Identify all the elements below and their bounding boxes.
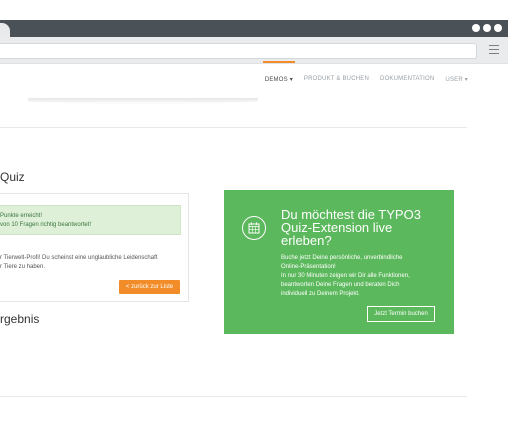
address-bar[interactable]: [0, 43, 477, 59]
browser-titlebar: [0, 20, 508, 37]
cta-box: Du möchtest die TYPO3 Quiz-Extension liv…: [224, 190, 454, 334]
window-controls: [472, 24, 502, 32]
score-line: Punkte erreicht!: [0, 213, 43, 219]
caret-down-icon: ▾: [464, 77, 468, 83]
nav-item-user[interactable]: USER ▾: [445, 76, 468, 83]
window-dot-icon[interactable]: [494, 24, 502, 32]
score-alert: Punkte erreicht! von 10 Fragen richtig b…: [0, 205, 181, 235]
main-nav: DEMOS ▾ PRODUKT & BUCHEN DOKUMENTATION U…: [254, 61, 468, 83]
cta-body-line: individuell zu Deinem Projekt.: [281, 291, 360, 297]
window-dot-icon[interactable]: [483, 24, 491, 32]
divider: [0, 396, 467, 397]
back-to-list-button[interactable]: < zurück zur Liste: [119, 280, 180, 294]
result-message-line-1: r Tierwelt-Profi! Du scheinst eine ungla…: [0, 255, 158, 261]
divider: [0, 127, 467, 128]
window-dot-icon[interactable]: [472, 24, 480, 32]
site-header: DEMOS ▾ PRODUKT & BUCHEN DOKUMENTATION U…: [0, 61, 508, 98]
nav-item-produkt-buchen[interactable]: PRODUKT & BUCHEN: [304, 76, 369, 83]
result-heading: rgebnis: [0, 312, 40, 326]
cta-title: Du möchtest die TYPO3 Quiz-Extension liv…: [281, 208, 441, 247]
result-message-line-2: r Tiere zu haben.: [0, 264, 46, 270]
calendar-icon: [242, 216, 266, 240]
nav-item-dokumentation[interactable]: DOKUMENTATION: [380, 76, 434, 83]
answers-line: von 10 Fragen richtig beantwortet!: [0, 222, 92, 228]
cta-description: Buche jetzt Deine persönliche, unverbind…: [281, 254, 451, 299]
cta-body-line: In nur 30 Minuten zeigen wir Dir alle Fu…: [281, 273, 410, 279]
book-appointment-button[interactable]: Jetzt Termin buchen: [367, 306, 435, 322]
cta-body-line: beantworten Deine Fragen und beraten Dic…: [281, 282, 400, 288]
quiz-result-panel: Punkte erreicht! von 10 Fragen richtig b…: [0, 193, 189, 302]
cta-body-line: Buche jetzt Deine persönliche, unverbind…: [281, 255, 403, 261]
dropdown-shadow: [28, 98, 258, 104]
quiz-title: Quiz: [0, 170, 25, 184]
hamburger-menu-icon[interactable]: [489, 45, 499, 54]
nav-item-demos[interactable]: DEMOS ▾: [262, 61, 296, 83]
cta-title-line: erleben?: [281, 233, 332, 248]
cta-body-line: Online-Präsentation!: [281, 264, 336, 270]
caret-down-icon: ▾: [289, 77, 293, 83]
